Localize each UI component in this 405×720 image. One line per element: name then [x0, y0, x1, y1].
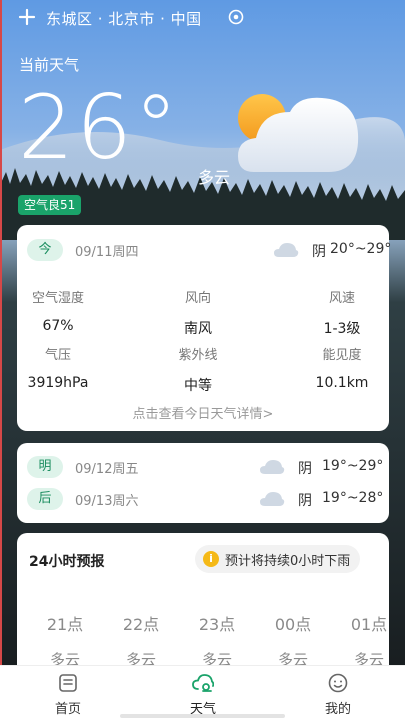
metric-wind-direction: 风向 南风: [143, 287, 253, 338]
metric-uv: 紫外线 中等: [143, 344, 253, 395]
metric-visibility: 能见度 10.1km: [287, 344, 397, 391]
location-pin-icon[interactable]: [228, 9, 244, 25]
today-card[interactable]: 今 09/11周四 阴 20°~29° 空气湿度 67% 风向 南风 风速 1-…: [17, 225, 391, 431]
hourly-title: 24小时预报: [29, 554, 105, 570]
today-date: 09/11周四: [75, 244, 139, 260]
metric-wind-speed: 风速 1-3级: [287, 287, 397, 338]
forecast-row-tomorrow[interactable]: 明 09/12周五 阴 19°~29°: [27, 454, 384, 480]
nav-item-home[interactable]: 首页: [28, 672, 108, 717]
metric-label: 能见度: [322, 348, 362, 363]
metric-pressure: 气压 3919hPa: [3, 344, 113, 391]
hour-time: 21点: [46, 615, 84, 634]
metric-value: 1-3级: [323, 321, 361, 337]
overcast-icon: [260, 460, 285, 474]
hour-item: 01点 多云: [339, 611, 389, 670]
info-icon: i: [203, 551, 219, 567]
forecast-row-day-after[interactable]: 后 09/13周六 阴 19°~28°: [27, 486, 384, 512]
metric-value: 10.1km: [315, 375, 369, 391]
day-range: 19°~28°: [322, 490, 384, 506]
today-row: 今 09/11周四 阴 20°~29°: [27, 237, 391, 263]
aqi-badge[interactable]: 空气良51: [18, 195, 82, 215]
bottom-nav: 首页 天气 我的: [0, 665, 405, 720]
weather-app: 东城区 · 北京市 · 中国 当前天气 26° 多云 空气良51 今 09/11…: [0, 0, 405, 720]
home-indicator: [120, 714, 285, 718]
day-chip: 后: [27, 488, 63, 510]
hour-time: 00点: [274, 615, 312, 634]
sun-behind-cloud-icon: [238, 94, 359, 172]
rain-notice: i 预计将持续0小时下雨: [195, 545, 361, 573]
hour-item: 22点 多云: [111, 611, 171, 670]
home-icon: [59, 674, 77, 692]
today-detail-link[interactable]: 点击查看今日天气详情>: [17, 403, 389, 422]
day-date: 09/12周五: [75, 461, 139, 477]
day-date: 09/13周六: [75, 493, 139, 509]
top-bar: 东城区 · 北京市 · 中国: [0, 0, 405, 36]
today-condition: 阴: [312, 244, 326, 260]
hour-item: 23点 多云: [187, 611, 247, 670]
overcast-icon: [274, 243, 299, 257]
hour-item: 00点 多云: [263, 611, 323, 670]
current-weather-label: 当前天气: [19, 56, 80, 74]
metric-value: 67%: [42, 318, 74, 334]
current-temperature: 26°: [18, 76, 180, 179]
day-condition: 阴: [298, 461, 312, 477]
current-condition: 多云: [198, 168, 231, 187]
metric-value: 3919hPa: [27, 375, 89, 391]
nav-item-weather[interactable]: 天气: [163, 672, 243, 717]
hour-time: 01点: [350, 615, 388, 634]
metric-label: 空气湿度: [31, 291, 84, 306]
metric-label: 紫外线: [178, 348, 218, 363]
nav-label: 我的: [324, 702, 351, 717]
hour-item: 21点 多云: [35, 611, 95, 670]
metric-label: 气压: [44, 348, 71, 363]
today-range: 20°~29°: [330, 241, 392, 257]
nav-item-profile[interactable]: 我的: [298, 672, 378, 717]
overcast-icon: [260, 492, 285, 506]
plus-icon[interactable]: [17, 7, 37, 27]
day-range: 19°~29°: [322, 458, 384, 474]
metric-label: 风向: [184, 291, 211, 306]
day-chip: 明: [27, 456, 63, 478]
hour-time: 23点: [198, 615, 236, 634]
metric-value: 中等: [184, 378, 212, 394]
profile-icon: [328, 673, 348, 693]
metric-value: 南风: [184, 321, 212, 337]
weather-icon: [192, 674, 214, 692]
today-chip: 今: [27, 239, 63, 261]
left-edge-accent: [0, 0, 2, 720]
forecast-card: 明 09/12周五 阴 19°~29° 后 09/13周六 阴 19°~28°: [17, 443, 389, 523]
metric-humidity: 空气湿度 67%: [3, 287, 113, 334]
day-condition: 阴: [298, 493, 312, 509]
hour-time: 22点: [122, 615, 160, 634]
location-label[interactable]: 东城区 · 北京市 · 中国: [46, 8, 202, 29]
nav-label: 首页: [54, 702, 81, 717]
rain-notice-text: 预计将持续0小时下雨: [225, 553, 351, 569]
metric-label: 风速: [328, 291, 355, 306]
